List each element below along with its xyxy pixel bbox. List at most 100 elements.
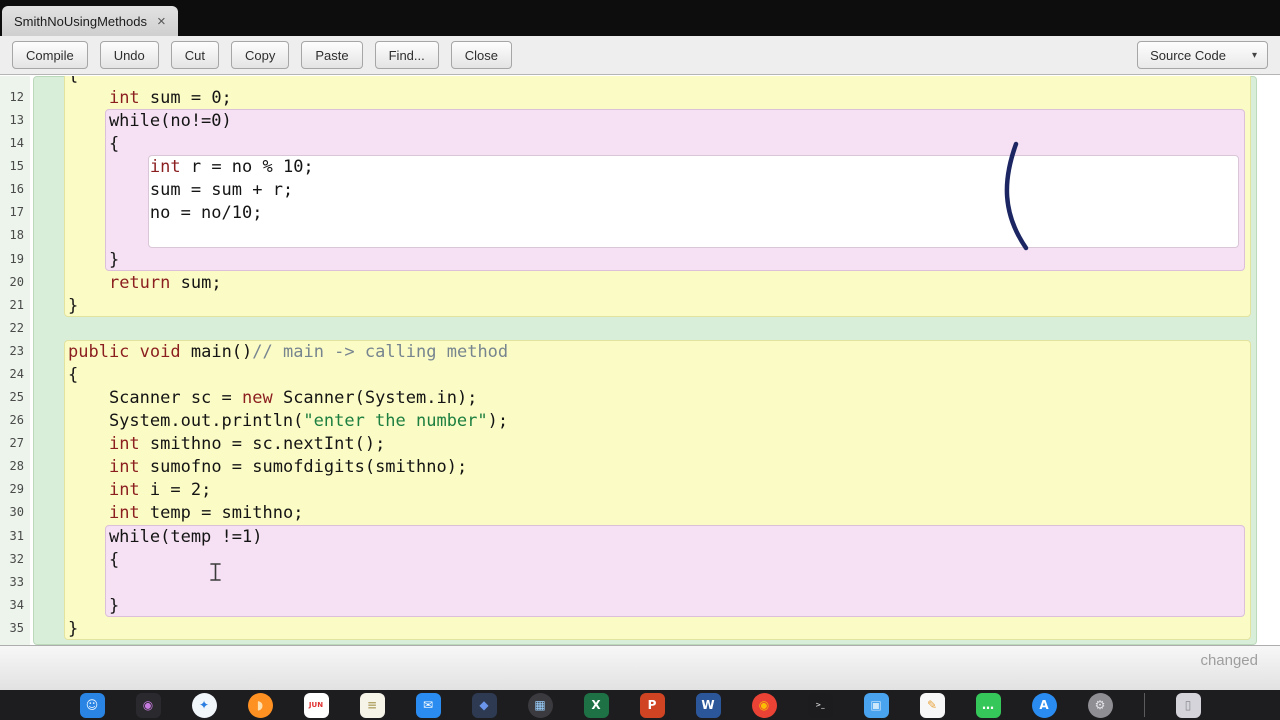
dock-icon-firefox[interactable]: ◗ [247,692,273,718]
code-text: { [68,76,78,86]
line-number: 14 [9,136,24,151]
dock-icon-messages[interactable]: … [975,692,1001,718]
undo-button[interactable]: Undo [99,41,159,69]
code-text: return sum; [108,272,222,293]
window-tab-bar: SmithNoUsingMethods × [0,0,1280,36]
code-line[interactable]: 15 int r = no % 10; [0,155,1280,178]
code-line[interactable]: 17 no = no/10; [0,201,1280,224]
copy-button[interactable]: Copy [231,41,290,69]
find-button[interactable]: Find... [374,41,439,69]
code-line[interactable]: 20 return sum; [0,271,1280,294]
code-line[interactable]: 13 while(no!=0) [0,109,1280,132]
code-text: } [68,595,120,616]
line-number: 32 [9,551,24,566]
code-line[interactable]: 27 int smithno = sc.nextInt(); [0,432,1280,455]
dock-icon-terminal[interactable]: >_ [807,692,833,718]
code-line[interactable]: 12 int sum = 0; [0,86,1280,109]
messages-glyph: … [982,698,994,712]
code-line[interactable]: 21} [0,294,1280,317]
code-text: int temp = smithno; [108,503,304,524]
code-text: int i = 2; [108,480,212,501]
chrome-glyph: ◉ [758,698,770,712]
code-line[interactable]: 18 [0,224,1280,247]
code-line[interactable]: 16 sum = sum + r; [0,178,1280,201]
code-line[interactable]: 34 } [0,594,1280,617]
toolbar: Compile Undo Cut Copy Paste Find... Close Sour… [0,36,1280,75]
dock-icon-pages[interactable]: ✎ [919,692,945,718]
dock-icon-notes[interactable]: ≡ [359,692,385,718]
dock-icon-word[interactable]: W [695,692,721,718]
code-text: int sum = 0; [108,88,232,108]
paste-button[interactable]: Paste [301,41,363,69]
dock-icon-safari[interactable]: ✦ [191,692,217,718]
dock-icon-photo-booth[interactable]: ◉ [135,692,161,718]
dock-icon-excel[interactable]: X [583,692,609,718]
dock-icon-app-store[interactable]: A [1031,692,1057,718]
chevron-down-icon: ▾ [1251,49,1257,61]
code-text: { [68,549,120,570]
compile-button[interactable]: Compile [12,41,88,69]
line-number: 24 [9,366,24,381]
code-text: public void main()// main -> calling met… [68,341,509,362]
dock-icon-launchpad[interactable]: ▦ [527,692,553,718]
dock-icon-trash[interactable]: ▯ [1175,692,1201,718]
code-line[interactable]: 22 [0,317,1280,340]
code-line[interactable]: 25 Scanner sc = new Scanner(System.in); [0,386,1280,409]
code-line[interactable]: 29 int i = 2; [0,478,1280,501]
code-line[interactable]: 14 { [0,132,1280,155]
code-line[interactable]: 31 while(temp !=1) [0,525,1280,548]
excel-glyph: X [591,698,601,712]
line-number: 21 [9,297,24,312]
editor-tab[interactable]: SmithNoUsingMethods × [2,6,178,36]
code-text: sum = sum + r; [68,180,294,201]
code-line[interactable]: 24 { [0,363,1280,386]
code-text: } [68,295,79,316]
code-line[interactable]: 32 { [0,548,1280,571]
trash-glyph: ▯ [1184,698,1192,712]
close-button[interactable]: Close [450,41,512,69]
line-number: 18 [9,228,24,243]
code-line[interactable]: 30 int temp = smithno; [0,501,1280,524]
dock-icon-chrome[interactable]: ◉ [751,692,777,718]
safari-glyph: ✦ [198,698,210,712]
status-bar: changed [0,645,1280,690]
dock-icon-system-preferences[interactable]: ⚙ [1087,692,1113,718]
line-number: 16 [9,182,24,197]
line-number: 17 [9,205,24,220]
code-text: int smithno = sc.nextInt(); [108,434,386,455]
code-line[interactable]: 33 [0,571,1280,594]
dock-icon-finder[interactable]: ☺ [79,692,105,718]
line-number: 13 [9,113,24,128]
line-number: 12 [9,90,24,104]
pages-glyph: ✎ [926,698,938,712]
dock-icon-mail[interactable]: ✉ [415,692,441,718]
view-selector-label: Source Code [1150,47,1226,63]
line-number: 26 [9,413,24,428]
dock-icon-calendar[interactable]: JUN [303,692,329,718]
launchpad-glyph: ▦ [534,698,546,712]
dock-icon-powerpoint[interactable]: P [639,692,665,718]
code-text: { [68,134,120,155]
folder-downloads-glyph: ▣ [870,698,882,712]
photo-booth-glyph: ◉ [142,698,154,712]
code-line[interactable]: 35} [0,617,1280,640]
dock-icon-maps[interactable]: ◆ [471,692,497,718]
code-text: } [68,249,120,270]
code-line[interactable]: 19 } [0,248,1280,271]
dock: ☺ ◉ ✦ ◗ JUN ≡ ✉ ◆ ▦ X P W ◉ >_ ▣ ✎ … A ⚙ ▯ [0,690,1280,720]
code-line[interactable]: 23 public void main()// main -> calling m… [0,340,1280,363]
view-selector[interactable]: Source Code ▾ [1137,41,1268,69]
close-icon[interactable]: × [157,14,166,29]
code-text: int r = no % 10; [149,157,314,178]
toolbar-button-group: Compile Undo Cut Copy Paste Find... Close [12,41,512,69]
line-number: 20 [9,274,24,289]
line-number: 31 [9,528,24,543]
code-line[interactable]: 28 int sumofno = sumofdigits(smithno); [0,455,1280,478]
powerpoint-glyph: P [647,698,657,712]
code-line[interactable]: { [0,76,1280,86]
code-line[interactable]: 26 System.out.println("enter the number"… [0,409,1280,432]
dock-icon-folder-downloads[interactable]: ▣ [863,692,889,718]
cut-button[interactable]: Cut [170,41,219,69]
code-editor[interactable]: {12 int sum = 0;13 while(no!=0)14 {15 in… [0,76,1280,645]
line-number: 30 [9,505,24,520]
